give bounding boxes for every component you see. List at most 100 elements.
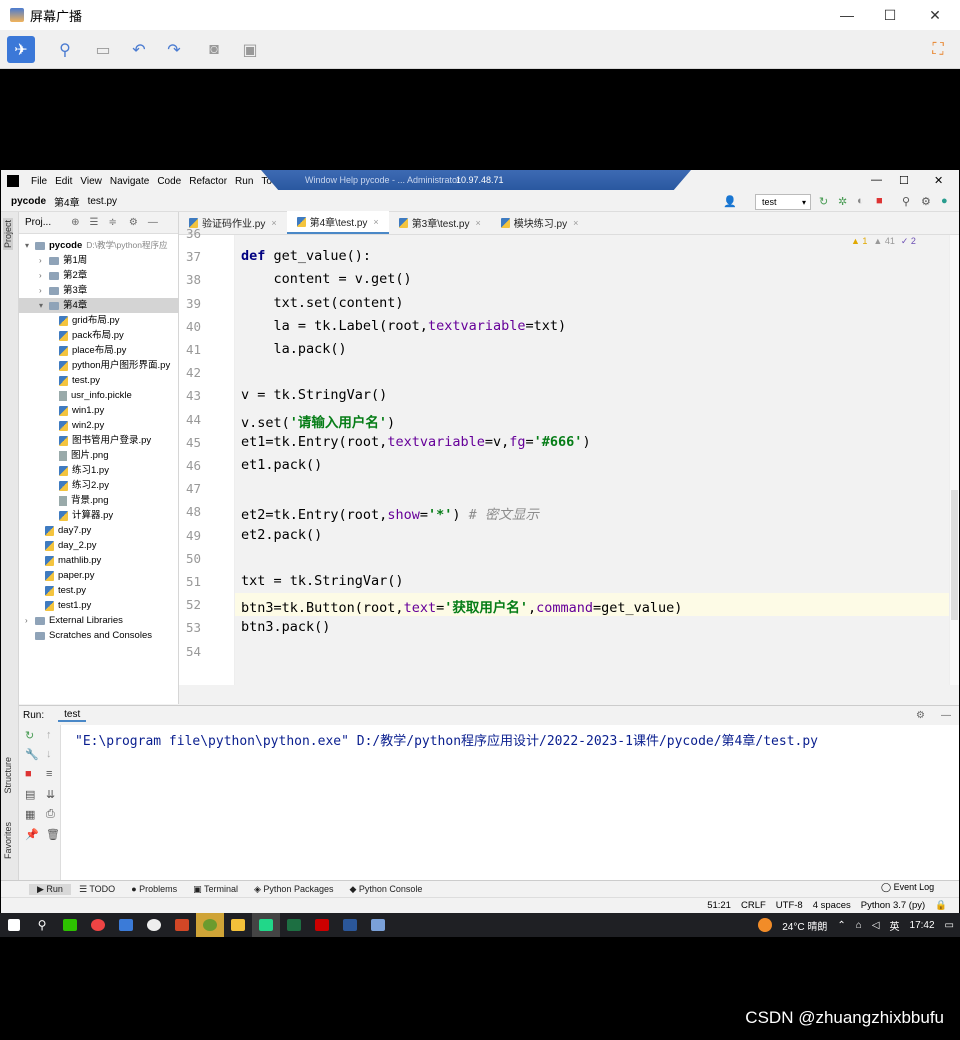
run-console[interactable]: "E:\program file\python\python.exe" D:/教…	[61, 725, 959, 880]
settings-icon[interactable]: ⚙	[921, 195, 931, 208]
tray-chevron-icon[interactable]: ⌃	[837, 920, 845, 931]
wechat-icon[interactable]	[56, 913, 84, 937]
menu-file[interactable]: File	[27, 176, 51, 187]
pycharm-taskbar-icon[interactable]	[252, 913, 280, 937]
collapse-arrow-icon[interactable]: ›	[25, 613, 35, 628]
tree-item[interactable]: day7.py	[19, 523, 179, 538]
plugin-icon[interactable]: ●	[941, 195, 948, 207]
status-item[interactable]: Python 3.7 (py)	[861, 900, 925, 911]
start-button[interactable]	[0, 913, 28, 937]
tree-item[interactable]: › 第2章	[19, 268, 179, 283]
tree-item[interactable]: grid布局.py	[19, 313, 179, 328]
run-tab-test[interactable]: test	[58, 709, 87, 722]
pdf-icon[interactable]	[308, 913, 336, 937]
project-view-select[interactable]: Proj...	[25, 217, 51, 228]
code-line[interactable]: la.pack()	[241, 341, 347, 357]
code-line[interactable]: et2=tk.Entry(root,show='*') # 密文显示	[241, 503, 539, 523]
status-item[interactable]: CRLF	[741, 900, 766, 911]
close-tab-icon[interactable]: ×	[271, 218, 276, 228]
expand-arrow-icon[interactable]: ▾	[39, 298, 49, 313]
maximize-button[interactable]: ☐	[867, 0, 913, 30]
tree-item[interactable]: test.py	[19, 373, 179, 388]
rerun-icon[interactable]: ↻	[819, 195, 828, 208]
tree-item[interactable]: 图片.png	[19, 448, 179, 463]
chat-icon[interactable]	[140, 913, 168, 937]
explorer-icon[interactable]	[224, 913, 252, 937]
hide-icon[interactable]: —	[148, 217, 158, 228]
tree-item[interactable]: 计算器.py	[19, 508, 179, 523]
broadcast-app-icon[interactable]	[196, 913, 224, 937]
close-tab-icon[interactable]: ×	[573, 218, 578, 228]
code-line[interactable]: et2.pack()	[241, 527, 322, 543]
remote-app-icon[interactable]	[364, 913, 392, 937]
user-icon[interactable]: 👤	[723, 195, 737, 208]
run-config-select[interactable]: test ▾	[755, 194, 811, 210]
bottom-tool-tab[interactable]: ◈ Python Packages	[246, 884, 341, 895]
network-icon[interactable]: ⌂	[856, 920, 862, 931]
locate-icon[interactable]: ⊕	[71, 217, 79, 228]
tree-item[interactable]: place布局.py	[19, 343, 179, 358]
chrome-icon[interactable]	[84, 913, 112, 937]
code-line[interactable]: btn3=tk.Button(root,text='获取用户名',command…	[241, 596, 682, 616]
word-icon[interactable]	[336, 913, 364, 937]
breadcrumb-project[interactable]: pycode	[1, 196, 50, 207]
stop-icon[interactable]: ■	[876, 195, 883, 207]
pointer-tool-icon[interactable]: ✈	[7, 36, 35, 63]
tree-item[interactable]: test1.py	[19, 598, 179, 613]
tree-item[interactable]: usr_info.pickle	[19, 388, 179, 403]
monitor-icon[interactable]: ▭	[89, 36, 117, 63]
status-item[interactable]: 51:21	[707, 900, 731, 911]
bottom-tool-tab[interactable]: ● Problems	[123, 884, 185, 894]
weather-text[interactable]: 24°C 晴朗	[782, 918, 827, 933]
stop-run-icon[interactable]: ■	[25, 768, 32, 780]
debug-icon[interactable]: ✲	[838, 195, 847, 208]
expand-all-icon[interactable]: ☰	[90, 217, 99, 228]
tree-item[interactable]: Scratches and Consoles	[19, 628, 179, 643]
scroll-up-icon[interactable]: ↑	[46, 729, 52, 741]
lock-icon[interactable]: 🔒	[935, 900, 947, 911]
search-icon[interactable]: ⚲	[902, 195, 910, 208]
project-tool-tab[interactable]: Project	[3, 218, 13, 251]
tree-item[interactable]: win2.py	[19, 418, 179, 433]
pin-icon[interactable]: 📌	[25, 828, 39, 841]
status-item[interactable]: UTF-8	[776, 900, 803, 911]
ide-max-button[interactable]: ☐	[899, 174, 909, 187]
close-tab-icon[interactable]: ×	[373, 217, 378, 227]
screen-share-icon[interactable]: ▣	[236, 36, 264, 63]
code-line[interactable]: la = tk.Label(root,textvariable=txt)	[241, 318, 567, 334]
powerpoint-icon[interactable]	[168, 913, 196, 937]
excel-icon[interactable]	[280, 913, 308, 937]
code-line[interactable]: et1=tk.Entry(root,textvariable=v,fg='#66…	[241, 434, 591, 450]
ide-close-button[interactable]: ✕	[934, 174, 943, 187]
ide-min-button[interactable]: —	[871, 174, 882, 186]
menu-code[interactable]: Code	[153, 176, 185, 187]
tree-item[interactable]: mathlib.py	[19, 553, 179, 568]
notification-icon[interactable]: ▭	[945, 920, 954, 931]
app-icon[interactable]	[112, 913, 140, 937]
code-line[interactable]: v.set('请输入用户名')	[241, 411, 395, 431]
menu-navigate[interactable]: Navigate	[106, 176, 153, 187]
inspection-widget[interactable]: ▲ 1 ▲ 41 ✓ 2	[851, 236, 951, 252]
favorites-tool-tab[interactable]: Favorites	[3, 822, 13, 859]
editor-scrollbar[interactable]	[949, 235, 959, 685]
breadcrumb-folder[interactable]: 第4章	[50, 194, 84, 209]
tree-item[interactable]: ▾ pycode D:\教学\python程序应	[19, 238, 179, 253]
print-icon[interactable]: ⎙	[46, 808, 55, 821]
menu-refactor[interactable]: Refactor	[185, 176, 231, 187]
tree-item[interactable]: 背景.png	[19, 493, 179, 508]
tree-item[interactable]: ▾ 第4章	[19, 298, 179, 313]
menu-edit[interactable]: Edit	[51, 176, 76, 187]
tree-item[interactable]: win1.py	[19, 403, 179, 418]
close-button[interactable]: ✕	[912, 0, 958, 30]
collapse-arrow-icon[interactable]: ›	[39, 253, 49, 268]
redo-icon[interactable]: ↷	[160, 36, 188, 63]
code-line[interactable]: btn3.pack()	[241, 619, 330, 635]
scroll-down-icon[interactable]: ↓	[46, 748, 52, 760]
tree-item[interactable]: test.py	[19, 583, 179, 598]
menu-run[interactable]: Run	[231, 176, 257, 187]
bottom-tool-tab[interactable]: ☰ TODO	[71, 884, 123, 895]
collapse-all-icon[interactable]: ≑	[108, 217, 116, 228]
editor-tab[interactable]: 第4章\test.py ×	[286, 211, 389, 234]
tree-item[interactable]: › 第3章	[19, 283, 179, 298]
editor-tab[interactable]: 模块练习.py ×	[491, 211, 589, 234]
